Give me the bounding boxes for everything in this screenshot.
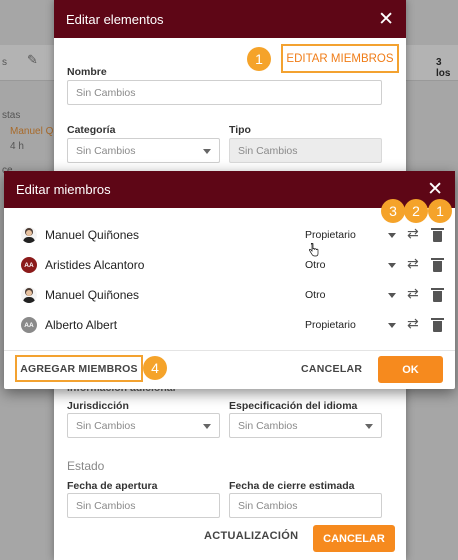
chevron-down-icon [203,149,211,154]
swap-icon[interactable]: ⇄ [407,226,419,242]
swap-icon[interactable]: ⇄ [407,286,419,302]
trash-icon[interactable] [431,288,444,302]
especificacion-label: Especificación del idioma [229,400,358,412]
jurisdiccion-label: Jurisdicción [67,400,129,412]
categoria-value: Sin Cambios [76,144,136,157]
fecha-cierre-placeholder: Sin Cambios [238,499,298,512]
close-icon[interactable]: ✕ [427,180,443,199]
step-badge-1: 1 [428,199,452,223]
edit-members-button[interactable]: EDITAR MIEMBROS [281,44,399,73]
tipo-label: Tipo [229,124,251,136]
categoria-label: Categoría [67,124,116,136]
trash-icon[interactable] [431,318,444,332]
actualizacion-button[interactable]: ACTUALIZACIÓN [204,530,298,542]
member-row: AA Alberto Albert Propietario ⇄ [4,310,455,340]
chevron-down-icon[interactable] [388,233,396,238]
member-role-select[interactable]: Otro [305,259,325,271]
background-text: 3 los [436,57,451,79]
fecha-apertura-input[interactable]: Sin Cambios [67,493,220,518]
avatar: AA [21,257,37,273]
tipo-value: Sin Cambios [238,144,298,157]
member-row: Manuel Quiñones Propietario ⇄ [4,220,455,250]
estado-title: Estado [67,459,105,473]
hand-cursor-icon [309,243,319,257]
step-badge-1: 1 [247,47,271,71]
member-role-select[interactable]: Otro [305,289,325,301]
avatar [21,227,37,243]
member-name: Manuel Quiñones [45,288,140,302]
especificacion-select[interactable]: Sin Cambios [229,413,382,438]
member-row: Manuel Quiñones Otro ⇄ [4,280,455,310]
trash-icon[interactable] [431,228,444,242]
member-row: AA Aristides Alcantoro Otro ⇄ [4,250,455,280]
fecha-cierre-label: Fecha de cierre estimada [229,480,355,492]
chevron-down-icon[interactable] [388,263,396,268]
fecha-cierre-input[interactable]: Sin Cambios [229,493,382,518]
step-badge-2: 2 [404,199,428,223]
avatar [21,287,37,303]
background-text: stas [2,110,21,121]
edit-items-header: Editar elementos ✕ [54,0,406,38]
swap-icon[interactable]: ⇄ [407,256,419,272]
chevron-down-icon[interactable] [388,293,396,298]
nombre-placeholder: Sin Cambios [76,86,136,99]
jurisdiccion-value: Sin Cambios [76,419,136,432]
fecha-apertura-placeholder: Sin Cambios [76,499,136,512]
step-badge-4: 4 [143,356,167,380]
cancelar-button[interactable]: CANCELAR [313,525,395,552]
edit-items-title: Editar elementos [66,11,164,27]
fecha-apertura-label: Fecha de apertura [67,480,158,492]
member-name: Manuel Quiñones [45,228,140,242]
member-name: Aristides Alcantoro [45,258,145,272]
jurisdiccion-select[interactable]: Sin Cambios [67,413,220,438]
background-text: Manuel Q [10,126,54,137]
chevron-down-icon [203,424,211,429]
pencil-icon: ✎ [27,53,38,68]
avatar: AA [21,317,37,333]
add-members-button[interactable]: AGREGAR MIEMBROS [15,355,143,382]
categoria-select[interactable]: Sin Cambios [67,138,220,163]
cancel-button[interactable]: CANCELAR [301,363,362,375]
chevron-down-icon [365,424,373,429]
member-role-select[interactable]: Propietario [305,319,356,331]
nombre-input[interactable]: Sin Cambios [67,80,382,105]
footer-divider [4,350,455,351]
chevron-down-icon[interactable] [388,323,396,328]
close-icon[interactable]: ✕ [378,9,394,29]
step-badge-3: 3 [381,199,405,223]
edit-members-title: Editar miembros [16,182,111,197]
nombre-label: Nombre [67,66,107,78]
ok-button[interactable]: OK [378,356,443,383]
especificacion-value: Sin Cambios [238,419,298,432]
tipo-field: Sin Cambios [229,138,382,163]
swap-icon[interactable]: ⇄ [407,316,419,332]
background-text: 4 h [10,141,24,152]
trash-icon[interactable] [431,258,444,272]
member-name: Alberto Albert [45,318,118,332]
background-text: s [2,57,7,68]
member-role-select[interactable]: Propietario [305,229,356,241]
